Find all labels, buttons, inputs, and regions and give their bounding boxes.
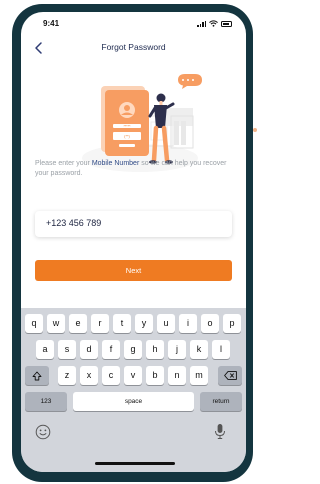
key-t[interactable]: t xyxy=(113,314,131,333)
key-q[interactable]: q xyxy=(25,314,43,333)
instruction-text: Please enter your Mobile Number so we ca… xyxy=(35,159,235,179)
key-s[interactable]: s xyxy=(58,340,76,359)
shift-key[interactable] xyxy=(25,366,49,385)
key-h[interactable]: h xyxy=(146,340,164,359)
key-w[interactable]: w xyxy=(47,314,65,333)
emoji-icon[interactable] xyxy=(35,424,51,440)
key-z[interactable]: z xyxy=(58,366,76,385)
svg-text:*****: ***** xyxy=(124,124,132,128)
key-l[interactable]: l xyxy=(212,340,230,359)
key-m[interactable]: m xyxy=(190,366,208,385)
backspace-key[interactable] xyxy=(218,366,242,385)
status-bar: 9:41 xyxy=(21,12,246,34)
signal-icon xyxy=(197,20,206,27)
return-key[interactable]: return xyxy=(200,392,242,411)
key-e[interactable]: e xyxy=(69,314,87,333)
key-d[interactable]: d xyxy=(80,340,98,359)
key-f[interactable]: f xyxy=(102,340,120,359)
key-p[interactable]: p xyxy=(223,314,241,333)
key-x[interactable]: x xyxy=(80,366,98,385)
space-key[interactable]: space xyxy=(73,392,194,411)
home-indicator xyxy=(95,462,175,465)
shift-icon xyxy=(32,371,42,380)
status-icons xyxy=(197,20,232,27)
status-time: 9:41 xyxy=(43,19,60,28)
backspace-icon xyxy=(223,371,237,380)
instruction-text-start: Please enter your xyxy=(35,160,92,167)
key-u[interactable]: u xyxy=(157,314,175,333)
numbers-key[interactable]: 123 xyxy=(25,392,67,411)
instruction-highlight: Mobile Number xyxy=(91,160,140,167)
key-g[interactable]: g xyxy=(124,340,142,359)
key-a[interactable]: a xyxy=(36,340,54,359)
key-y[interactable]: y xyxy=(135,314,153,333)
wifi-icon xyxy=(209,20,218,27)
key-v[interactable]: v xyxy=(124,366,142,385)
key-c[interactable]: c xyxy=(102,366,120,385)
key-o[interactable]: o xyxy=(201,314,219,333)
key-k[interactable]: k xyxy=(190,340,208,359)
microphone-icon[interactable] xyxy=(214,423,226,440)
battery-icon xyxy=(221,20,232,27)
page-title: Forgot Password xyxy=(101,42,166,52)
svg-text:(**): (**) xyxy=(124,134,130,139)
key-r[interactable]: r xyxy=(91,314,109,333)
next-button[interactable]: Next xyxy=(35,260,232,281)
page: 9:41 Forgot Password ***** (**) Please e… xyxy=(0,0,259,484)
key-n[interactable]: n xyxy=(168,366,186,385)
mobile-number-input[interactable]: +123 456 789 xyxy=(35,211,232,237)
decor-dot xyxy=(253,128,257,132)
key-i[interactable]: i xyxy=(179,314,197,333)
keyboard: q w e r t y u i o p a s d f g h j k l z … xyxy=(21,308,246,472)
phone-screen: 9:41 Forgot Password ***** (**) Please e… xyxy=(21,12,246,472)
key-j[interactable]: j xyxy=(168,340,186,359)
nav-bar: Forgot Password xyxy=(21,40,246,58)
key-b[interactable]: b xyxy=(146,366,164,385)
